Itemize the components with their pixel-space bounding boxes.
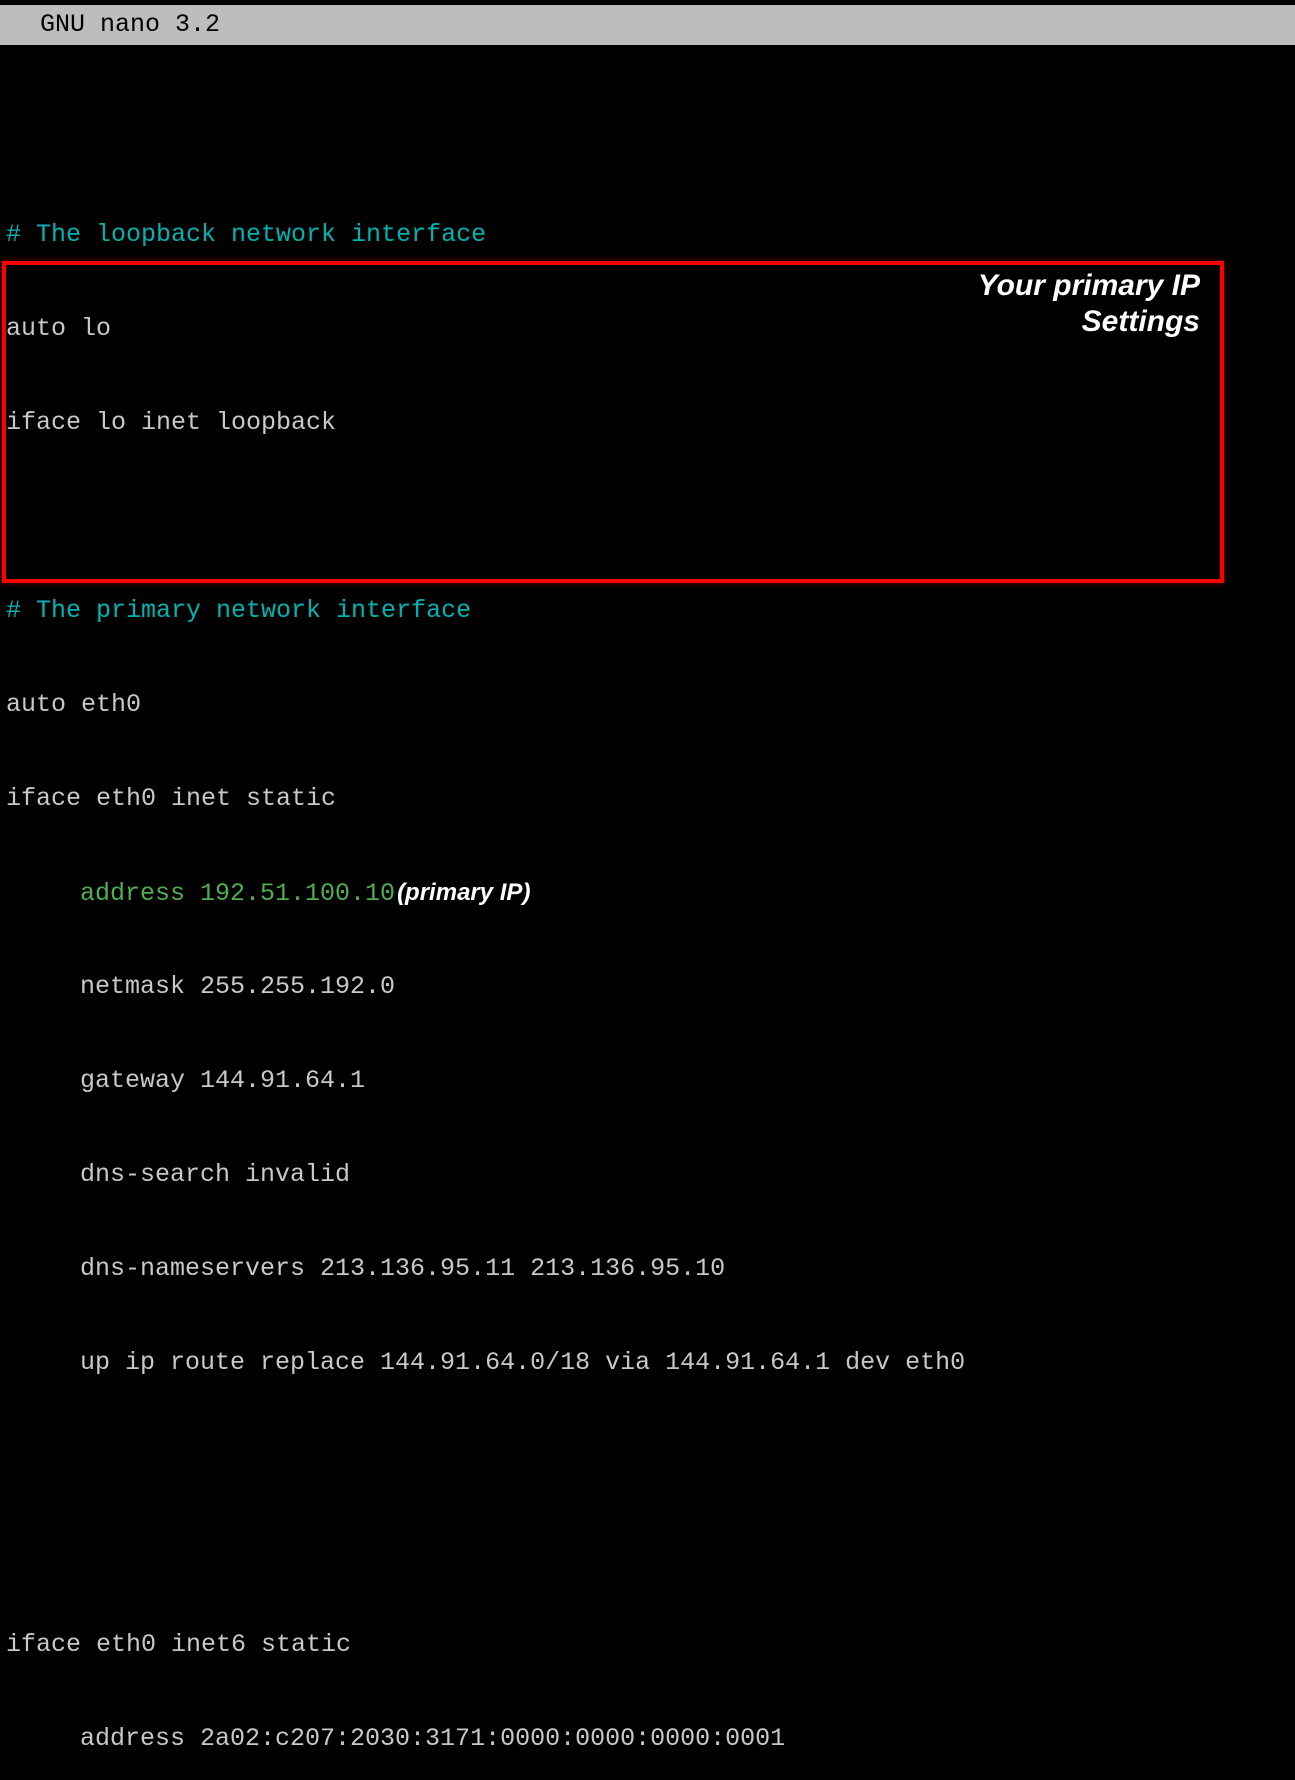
config-line: address 192.51.100.10(primary IP)	[0, 875, 1295, 911]
highlight-label-line1: Your primary IP	[978, 268, 1200, 304]
comment-line: # The primary network interface	[0, 593, 1295, 629]
config-line: iface eth0 inet6 static	[0, 1627, 1295, 1663]
highlight-label-line2: Settings	[978, 304, 1200, 340]
comment-line: # The loopback network interface	[0, 217, 1295, 253]
config-line: gateway 144.91.64.1	[0, 1063, 1295, 1099]
config-line: auto eth0	[0, 687, 1295, 723]
config-line	[0, 123, 1295, 159]
config-line	[0, 1439, 1295, 1475]
highlight-label: Your primary IP Settings	[978, 268, 1200, 340]
config-line: iface eth0 inet static	[0, 781, 1295, 817]
title-bar: GNU nano 3.2	[0, 5, 1295, 45]
primary-ip-annotation: (primary IP)	[397, 879, 530, 906]
config-line: address 2a02:c207:2030:3171:0000:0000:00…	[0, 1721, 1295, 1757]
config-line: up ip route replace 144.91.64.0/18 via 1…	[0, 1345, 1295, 1381]
app-title: GNU nano 3.2	[40, 10, 220, 39]
address-line: address 192.51.100.10	[80, 879, 395, 908]
config-line: netmask 255.255.192.0	[0, 969, 1295, 1005]
config-line	[0, 1533, 1295, 1569]
config-line: dns-nameservers 213.136.95.11 213.136.95…	[0, 1251, 1295, 1287]
config-line: dns-search invalid	[0, 1157, 1295, 1193]
